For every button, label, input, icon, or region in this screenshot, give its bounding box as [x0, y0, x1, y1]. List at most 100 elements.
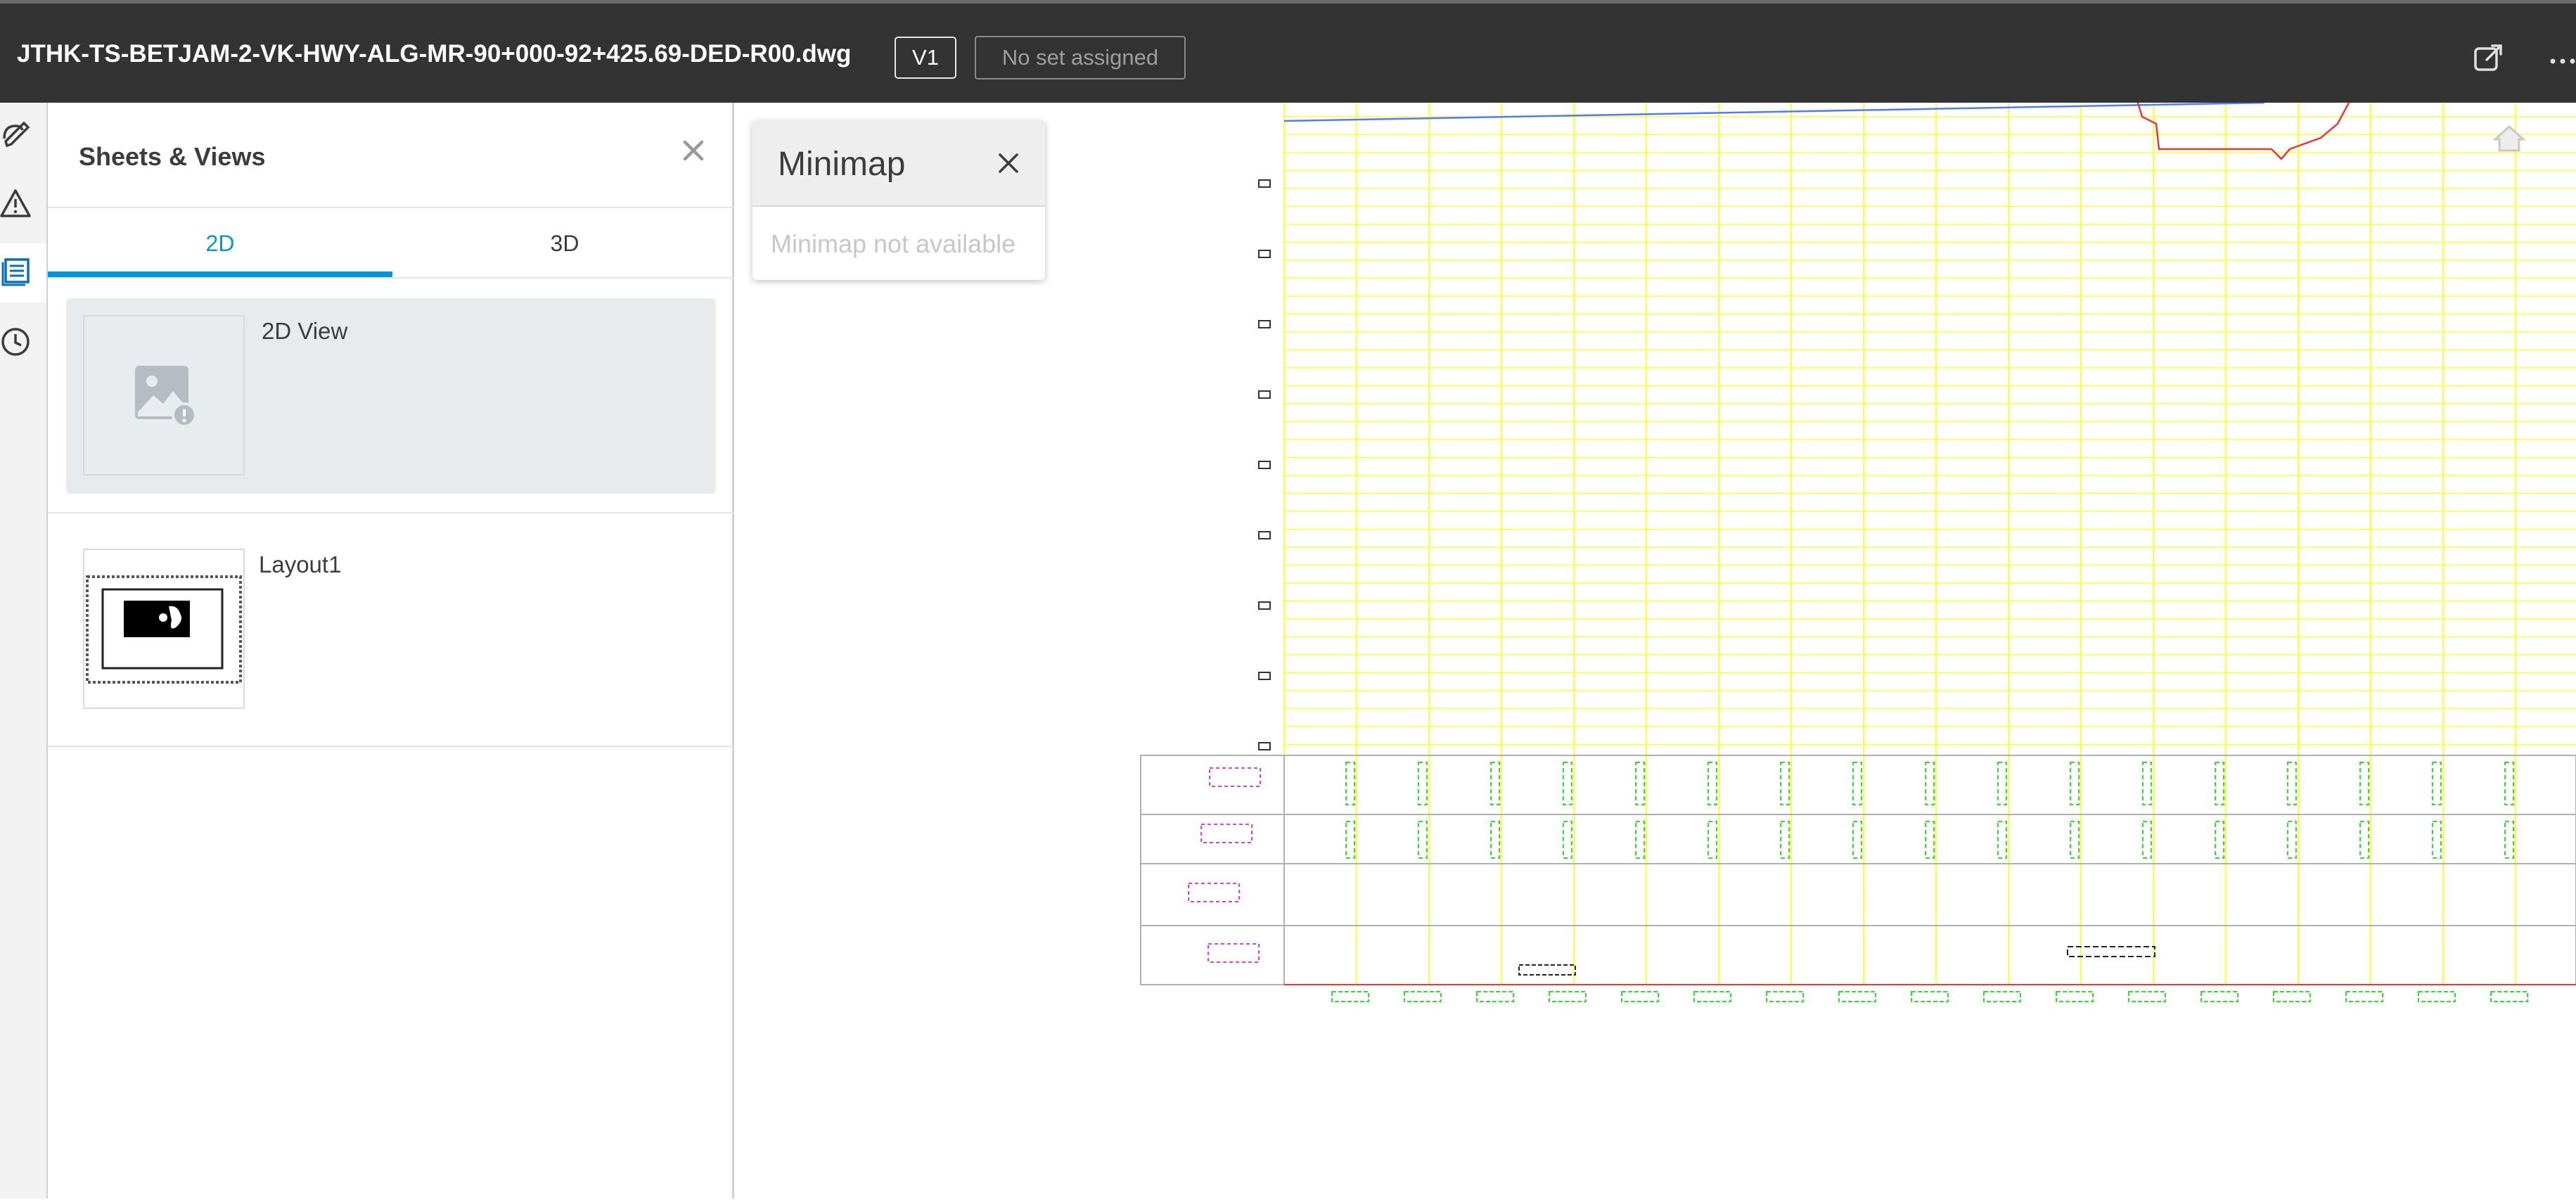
station-label — [2056, 991, 2094, 1002]
minimap-title: Minimap — [778, 146, 906, 183]
band-value — [1925, 821, 1935, 859]
markup-tool[interactable] — [0, 107, 46, 166]
band-value — [1707, 821, 1717, 859]
band-value — [1997, 821, 2007, 859]
station-label — [1693, 991, 1731, 1002]
axis-tick — [1258, 390, 1271, 399]
station-label — [2200, 991, 2238, 1002]
panel-close-button[interactable] — [678, 135, 709, 166]
band-value — [2432, 762, 2442, 805]
band-value — [1635, 821, 1645, 859]
sheets-views-panel: Sheets & Views 2D 3D 2D View Layout1 — [48, 103, 734, 1198]
band-value — [2215, 821, 2224, 859]
divider — [48, 277, 734, 279]
image-placeholder-icon — [132, 363, 200, 434]
more-options-icon[interactable] — [2546, 39, 2576, 78]
axis-tick — [1258, 672, 1271, 680]
station-label — [1983, 991, 2021, 1002]
station-label — [1404, 991, 1442, 1002]
view-item-layout1[interactable]: Layout1 — [66, 532, 716, 727]
tab-2d[interactable]: 2D — [48, 208, 392, 279]
station-label — [1476, 991, 1514, 1002]
band-value — [2142, 821, 2152, 859]
issues-tool[interactable] — [0, 176, 46, 235]
view-label: 2D View — [262, 318, 348, 344]
minimap-header: Minimap — [752, 121, 1045, 207]
band-value — [2142, 762, 2152, 805]
band-value — [1345, 762, 1355, 805]
band-label — [1188, 883, 1240, 902]
band-value — [2359, 762, 2369, 805]
view-item-2d-view[interactable]: 2D View — [66, 298, 716, 494]
band-value — [1780, 762, 1790, 805]
close-icon — [678, 140, 709, 169]
issues-warning-icon — [0, 186, 35, 225]
band-label — [1209, 767, 1261, 787]
active-tab-indicator — [48, 271, 392, 277]
station-label — [2345, 991, 2383, 1002]
band-value — [1418, 762, 1428, 805]
band-value — [1707, 762, 1717, 805]
drawing-canvas[interactable] — [1125, 101, 2576, 1198]
profile-grid — [1258, 103, 2576, 985]
home-view-icon[interactable] — [2492, 124, 2526, 152]
open-new-window-icon[interactable] — [2468, 39, 2508, 78]
station-label — [2273, 991, 2311, 1002]
markup-icon — [0, 117, 35, 156]
axis-tick — [1258, 461, 1271, 469]
band-value — [2504, 762, 2514, 805]
axis-tick — [1258, 250, 1271, 258]
station-label — [1331, 991, 1369, 1002]
band-value — [2432, 821, 2442, 859]
minimap-close-button[interactable] — [992, 146, 1025, 180]
band-value — [1563, 821, 1572, 859]
band-value — [1345, 821, 1355, 859]
band-value — [2070, 821, 2080, 859]
band-value — [2504, 821, 2514, 859]
document-title: JTHK-TS-BETJAM-2-VK-HWY-ALG-MR-90+000-92… — [17, 40, 852, 68]
drawing-svg — [1140, 101, 2576, 1002]
panel-title: Sheets & Views — [79, 142, 266, 171]
station-label — [2490, 991, 2528, 1002]
band-value — [1418, 821, 1428, 859]
band-value — [1997, 762, 2007, 805]
band-value — [1852, 762, 1862, 805]
band-value — [1563, 762, 1572, 805]
band-text — [1518, 964, 1576, 976]
history-tool[interactable] — [0, 314, 46, 373]
view-thumbnail — [83, 315, 245, 475]
band-value — [2215, 762, 2224, 805]
history-clock-icon — [0, 324, 35, 363]
station-label — [1766, 991, 1804, 1002]
layout-thumbnail — [83, 549, 245, 709]
version-button[interactable]: V1 — [895, 37, 956, 79]
top-bar: JTHK-TS-BETJAM-2-VK-HWY-ALG-MR-90+000-92… — [0, 0, 2576, 103]
band-label — [1200, 824, 1252, 843]
minimap-message: Minimap not available — [771, 229, 1016, 258]
station-label — [1838, 991, 1876, 1002]
band-label — [1207, 943, 1260, 963]
band-value — [2070, 762, 2080, 805]
divider — [48, 746, 734, 747]
axis-tick — [1258, 320, 1271, 328]
band-value — [1490, 762, 1500, 805]
view-label: Layout1 — [259, 551, 342, 577]
alignment-line — [1283, 101, 2265, 122]
profile-line — [2136, 102, 2350, 160]
axis-tick — [1258, 531, 1271, 539]
sheets-views-tool[interactable] — [0, 243, 46, 302]
station-label — [1549, 991, 1587, 1002]
band-value — [1780, 821, 1790, 859]
tab-3d[interactable]: 3D — [392, 208, 737, 279]
band-value — [1852, 821, 1862, 859]
band-value — [2359, 821, 2369, 859]
set-assignment-button[interactable]: No set assigned — [975, 36, 1186, 79]
band-value — [1635, 762, 1645, 805]
band-value — [2287, 762, 2297, 805]
sheets-views-icon — [0, 254, 35, 293]
divider — [48, 512, 734, 513]
station-label — [2128, 991, 2166, 1002]
tool-rail — [0, 103, 48, 1198]
station-label — [1621, 991, 1659, 1002]
band-value — [1490, 821, 1500, 859]
